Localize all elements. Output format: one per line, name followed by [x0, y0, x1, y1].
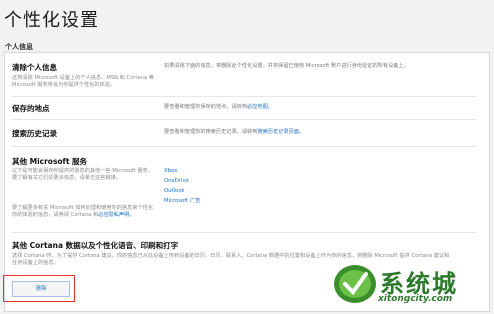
watermark: 系统城 xitongcity.com	[332, 260, 492, 312]
privacy-note-row: 要了解更多有关 Microsoft 如何处理和使用你的信息来个性化你的体验的信息…	[12, 205, 476, 225]
onedrive-link[interactable]: OneDrive	[164, 176, 200, 186]
row-title: 搜索历史记录	[12, 129, 57, 138]
row-description: 要了解更多有关 Microsoft 如何处理和使用你的信息来个性化你的体验的信息…	[12, 205, 154, 219]
clear-personal-info-row: 清除个人信息 这将清除 Microsoft 设备上的个人信息、MSN 和 Cor…	[12, 62, 476, 96]
row-title: 清除个人信息	[12, 63, 57, 72]
watermark-url: xitongcity.com	[378, 294, 453, 304]
divider	[12, 232, 476, 233]
row-description: 这将清除 Microsoft 设备上的个人信息、MSN 和 Cortana 等 …	[12, 75, 154, 88]
section-label: 个人信息	[5, 43, 33, 51]
row-info: 如果清除下面的信息，将删除此个性化设置，并将保留已使用 Microsoft 账户…	[164, 63, 409, 69]
row-title: 其他 Microsoft 服务	[12, 157, 88, 166]
divider	[12, 146, 476, 147]
row-info-text: 要查看和管理你保存的地点，请转到	[164, 104, 248, 110]
service-links: Xbox OneDrive Outlook Microsoft 广告	[164, 166, 200, 206]
clear-button[interactable]: 清除	[12, 281, 70, 297]
row-info: 要查看和管理你的搜索历史记录，请转到搜索历史记录页面。	[164, 129, 304, 136]
bing-maps-link[interactable]: 必应地图。	[247, 104, 273, 110]
divider	[12, 119, 476, 120]
row-title: 保存的地点	[12, 104, 50, 113]
row-description: 以下是可能会保存你提供的信息的其他一些 Microsoft 服务。要了解有关它们…	[12, 168, 154, 181]
row-title: 其他 Cortana 数据以及个性化语音、印刷和打字	[12, 241, 179, 250]
page-title: 个性化设置	[4, 10, 99, 31]
row-info: 要查看和管理你保存的地点，请转到必应地图。	[164, 104, 273, 111]
saved-places-row: 保存的地点 要查看和管理你保存的地点，请转到必应地图。	[12, 103, 476, 117]
bing-privacy-link[interactable]: 必应隐私声明。	[98, 212, 134, 218]
search-history-row: 搜索历史记录 要查看和管理你的搜索历史记录，请转到搜索历史记录页面。	[12, 128, 476, 142]
divider	[12, 96, 476, 97]
outlook-link[interactable]: Outlook	[164, 186, 200, 196]
row-info-text: 要查看和管理你的搜索历史记录，请转到	[164, 129, 258, 135]
logo-icon	[334, 265, 376, 303]
search-history-link[interactable]: 搜索历史记录页面。	[257, 129, 304, 135]
xbox-link[interactable]: Xbox	[164, 166, 200, 176]
other-microsoft-services-row: 其他 Microsoft 服务 以下是可能会保存你提供的信息的其他一些 Micr…	[12, 156, 476, 204]
